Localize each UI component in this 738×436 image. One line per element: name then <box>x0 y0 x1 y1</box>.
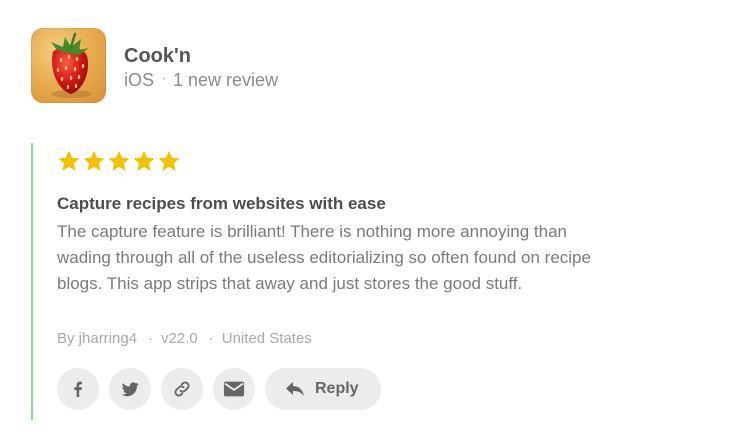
review-card: Capture recipes from websites with ease … <box>31 143 673 420</box>
separator: · <box>162 71 167 85</box>
platform-label: iOS <box>124 70 155 90</box>
app-version: v22.0 <box>161 330 198 347</box>
twitter-icon <box>121 382 139 397</box>
email-share-button[interactable] <box>213 368 255 410</box>
twitter-share-button[interactable] <box>109 368 151 410</box>
star-icon <box>58 150 80 171</box>
app-name: Cook'n <box>124 45 191 67</box>
reply-label: Reply <box>315 380 359 397</box>
star-icon <box>108 150 130 171</box>
reply-button[interactable]: Reply <box>265 368 381 410</box>
strawberry-icon <box>51 32 91 98</box>
star-icon <box>133 150 155 171</box>
reply-arrow-icon <box>286 382 304 396</box>
star-icon <box>158 150 180 171</box>
separator: · <box>148 330 154 347</box>
facebook-share-button[interactable] <box>57 368 99 410</box>
link-icon <box>174 381 190 397</box>
app-icon <box>31 28 106 103</box>
review-title: Capture recipes from websites with ease <box>57 194 386 213</box>
facebook-icon <box>74 381 82 397</box>
review-actions: Reply <box>57 368 381 410</box>
star-icon <box>83 150 105 171</box>
email-icon <box>223 381 245 397</box>
app-subtitle: iOS · 1 new review <box>124 70 278 91</box>
review-meta: By jharring4 · v22.0 · United States <box>57 330 312 347</box>
review-author: By jharring4 <box>57 330 138 347</box>
review-count: 1 new review <box>173 70 279 90</box>
review-country: United States <box>221 330 312 347</box>
review-body: The capture feature is brilliant! There … <box>57 222 591 293</box>
separator: · <box>208 330 214 347</box>
copy-link-button[interactable] <box>161 368 203 410</box>
star-rating <box>57 149 181 175</box>
